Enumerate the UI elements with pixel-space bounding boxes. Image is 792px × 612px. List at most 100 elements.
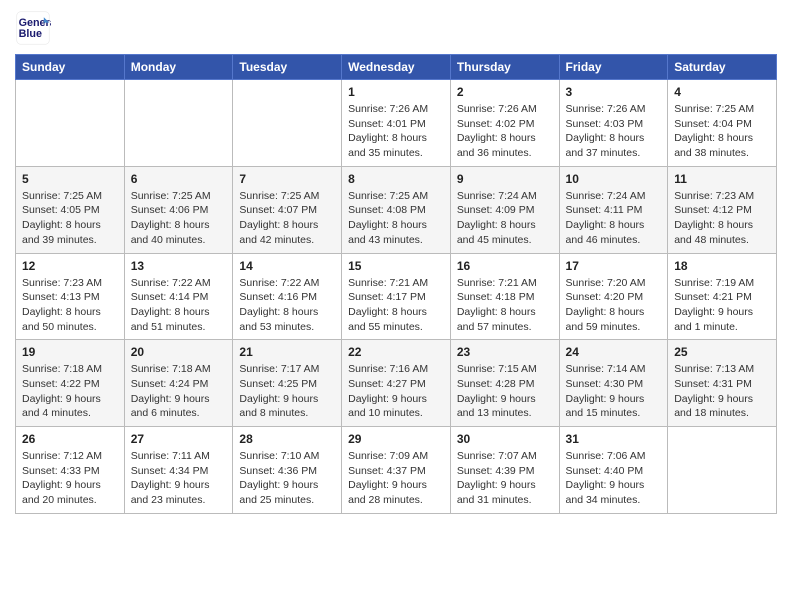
day-info: Sunrise: 7:26 AM Sunset: 4:02 PM Dayligh…	[457, 102, 553, 161]
calendar-cell: 15 Sunrise: 7:21 AM Sunset: 4:17 PM Dayli…	[342, 253, 451, 340]
calendar-cell: 12 Sunrise: 7:23 AM Sunset: 4:13 PM Dayli…	[16, 253, 125, 340]
calendar-cell: 11Sunrise: 7:23 AM Sunset: 4:12 PM Dayli…	[668, 166, 777, 253]
day-number: 19	[22, 345, 118, 359]
calendar-cell: 7 Sunrise: 7:25 AM Sunset: 4:07 PM Daylig…	[233, 166, 342, 253]
day-info: Sunrise: 7:12 AM Sunset: 4:33 PM Dayligh…	[22, 449, 118, 508]
calendar-cell	[233, 80, 342, 167]
calendar-cell: 26 Sunrise: 7:12 AM Sunset: 4:33 PM Dayli…	[16, 427, 125, 514]
day-number: 28	[239, 432, 335, 446]
day-number: 8	[348, 172, 444, 186]
calendar-cell: 1 Sunrise: 7:26 AM Sunset: 4:01 PM Daylig…	[342, 80, 451, 167]
calendar-week-3: 12 Sunrise: 7:23 AM Sunset: 4:13 PM Dayli…	[16, 253, 777, 340]
day-number: 24	[566, 345, 662, 359]
day-info: Sunrise: 7:09 AM Sunset: 4:37 PM Dayligh…	[348, 449, 444, 508]
calendar-cell: 20Sunrise: 7:18 AM Sunset: 4:24 PM Dayli…	[124, 340, 233, 427]
calendar-cell: 29 Sunrise: 7:09 AM Sunset: 4:37 PM Dayli…	[342, 427, 451, 514]
day-info: Sunrise: 7:21 AM Sunset: 4:18 PM Dayligh…	[457, 276, 553, 335]
logo: General Blue	[15, 10, 51, 46]
day-info: Sunrise: 7:20 AM Sunset: 4:20 PM Dayligh…	[566, 276, 662, 335]
svg-text:Blue: Blue	[19, 28, 42, 40]
calendar-week-2: 5 Sunrise: 7:25 AM Sunset: 4:05 PM Daylig…	[16, 166, 777, 253]
weekday-header-wednesday: Wednesday	[342, 55, 451, 80]
day-info: Sunrise: 7:06 AM Sunset: 4:40 PM Dayligh…	[566, 449, 662, 508]
day-info: Sunrise: 7:25 AM Sunset: 4:08 PM Dayligh…	[348, 189, 444, 248]
day-info: Sunrise: 7:13 AM Sunset: 4:31 PM Dayligh…	[674, 362, 770, 421]
calendar-cell: 13Sunrise: 7:22 AM Sunset: 4:14 PM Dayli…	[124, 253, 233, 340]
weekday-header-saturday: Saturday	[668, 55, 777, 80]
day-info: Sunrise: 7:23 AM Sunset: 4:13 PM Dayligh…	[22, 276, 118, 335]
day-number: 20	[131, 345, 227, 359]
calendar-cell: 8 Sunrise: 7:25 AM Sunset: 4:08 PM Daylig…	[342, 166, 451, 253]
weekday-header-row: SundayMondayTuesdayWednesdayThursdayFrid…	[16, 55, 777, 80]
day-number: 25	[674, 345, 770, 359]
calendar-cell: 2 Sunrise: 7:26 AM Sunset: 4:02 PM Daylig…	[450, 80, 559, 167]
day-number: 31	[566, 432, 662, 446]
calendar-cell: 10Sunrise: 7:24 AM Sunset: 4:11 PM Dayli…	[559, 166, 668, 253]
calendar-week-5: 26 Sunrise: 7:12 AM Sunset: 4:33 PM Dayli…	[16, 427, 777, 514]
calendar-week-1: 1 Sunrise: 7:26 AM Sunset: 4:01 PM Daylig…	[16, 80, 777, 167]
day-number: 1	[348, 85, 444, 99]
day-info: Sunrise: 7:23 AM Sunset: 4:12 PM Dayligh…	[674, 189, 770, 248]
day-number: 7	[239, 172, 335, 186]
day-number: 21	[239, 345, 335, 359]
day-number: 23	[457, 345, 553, 359]
calendar-cell: 6 Sunrise: 7:25 AM Sunset: 4:06 PM Daylig…	[124, 166, 233, 253]
day-number: 17	[566, 259, 662, 273]
calendar-cell: 5 Sunrise: 7:25 AM Sunset: 4:05 PM Daylig…	[16, 166, 125, 253]
calendar-cell: 9Sunrise: 7:24 AM Sunset: 4:09 PM Daylig…	[450, 166, 559, 253]
calendar-cell	[16, 80, 125, 167]
day-info: Sunrise: 7:25 AM Sunset: 4:06 PM Dayligh…	[131, 189, 227, 248]
day-number: 3	[566, 85, 662, 99]
logo-icon: General Blue	[15, 10, 51, 46]
day-info: Sunrise: 7:25 AM Sunset: 4:05 PM Dayligh…	[22, 189, 118, 248]
weekday-header-monday: Monday	[124, 55, 233, 80]
day-info: Sunrise: 7:11 AM Sunset: 4:34 PM Dayligh…	[131, 449, 227, 508]
day-number: 18	[674, 259, 770, 273]
calendar-cell: 19 Sunrise: 7:18 AM Sunset: 4:22 PM Dayli…	[16, 340, 125, 427]
calendar-cell: 31 Sunrise: 7:06 AM Sunset: 4:40 PM Dayli…	[559, 427, 668, 514]
day-number: 12	[22, 259, 118, 273]
day-number: 14	[239, 259, 335, 273]
calendar-cell: 3 Sunrise: 7:26 AM Sunset: 4:03 PM Daylig…	[559, 80, 668, 167]
day-info: Sunrise: 7:07 AM Sunset: 4:39 PM Dayligh…	[457, 449, 553, 508]
day-info: Sunrise: 7:25 AM Sunset: 4:07 PM Dayligh…	[239, 189, 335, 248]
day-info: Sunrise: 7:10 AM Sunset: 4:36 PM Dayligh…	[239, 449, 335, 508]
calendar-cell: 27Sunrise: 7:11 AM Sunset: 4:34 PM Dayli…	[124, 427, 233, 514]
calendar-cell: 4Sunrise: 7:25 AM Sunset: 4:04 PM Daylig…	[668, 80, 777, 167]
weekday-header-tuesday: Tuesday	[233, 55, 342, 80]
day-info: Sunrise: 7:19 AM Sunset: 4:21 PM Dayligh…	[674, 276, 770, 335]
day-info: Sunrise: 7:14 AM Sunset: 4:30 PM Dayligh…	[566, 362, 662, 421]
day-number: 4	[674, 85, 770, 99]
calendar-cell: 21Sunrise: 7:17 AM Sunset: 4:25 PM Dayli…	[233, 340, 342, 427]
day-info: Sunrise: 7:22 AM Sunset: 4:14 PM Dayligh…	[131, 276, 227, 335]
day-info: Sunrise: 7:26 AM Sunset: 4:03 PM Dayligh…	[566, 102, 662, 161]
day-info: Sunrise: 7:15 AM Sunset: 4:28 PM Dayligh…	[457, 362, 553, 421]
day-info: Sunrise: 7:26 AM Sunset: 4:01 PM Dayligh…	[348, 102, 444, 161]
calendar-week-4: 19 Sunrise: 7:18 AM Sunset: 4:22 PM Dayli…	[16, 340, 777, 427]
calendar-cell: 30 Sunrise: 7:07 AM Sunset: 4:39 PM Dayli…	[450, 427, 559, 514]
calendar-cell: 18 Sunrise: 7:19 AM Sunset: 4:21 PM Dayli…	[668, 253, 777, 340]
calendar-cell: 17 Sunrise: 7:20 AM Sunset: 4:20 PM Dayli…	[559, 253, 668, 340]
calendar: SundayMondayTuesdayWednesdayThursdayFrid…	[15, 54, 777, 514]
calendar-cell: 14Sunrise: 7:22 AM Sunset: 4:16 PM Dayli…	[233, 253, 342, 340]
calendar-cell	[668, 427, 777, 514]
day-info: Sunrise: 7:21 AM Sunset: 4:17 PM Dayligh…	[348, 276, 444, 335]
day-number: 6	[131, 172, 227, 186]
calendar-cell: 28 Sunrise: 7:10 AM Sunset: 4:36 PM Dayli…	[233, 427, 342, 514]
calendar-cell: 16Sunrise: 7:21 AM Sunset: 4:18 PM Dayli…	[450, 253, 559, 340]
day-number: 30	[457, 432, 553, 446]
day-number: 2	[457, 85, 553, 99]
day-info: Sunrise: 7:24 AM Sunset: 4:09 PM Dayligh…	[457, 189, 553, 248]
day-number: 5	[22, 172, 118, 186]
day-number: 15	[348, 259, 444, 273]
day-info: Sunrise: 7:18 AM Sunset: 4:22 PM Dayligh…	[22, 362, 118, 421]
calendar-cell	[124, 80, 233, 167]
day-number: 29	[348, 432, 444, 446]
page: General Blue SundayMondayTuesdayWednesda…	[0, 0, 792, 524]
calendar-cell: 25 Sunrise: 7:13 AM Sunset: 4:31 PM Dayli…	[668, 340, 777, 427]
calendar-body: 1 Sunrise: 7:26 AM Sunset: 4:01 PM Daylig…	[16, 80, 777, 514]
weekday-header-sunday: Sunday	[16, 55, 125, 80]
calendar-cell: 23 Sunrise: 7:15 AM Sunset: 4:28 PM Dayli…	[450, 340, 559, 427]
day-number: 26	[22, 432, 118, 446]
day-info: Sunrise: 7:16 AM Sunset: 4:27 PM Dayligh…	[348, 362, 444, 421]
